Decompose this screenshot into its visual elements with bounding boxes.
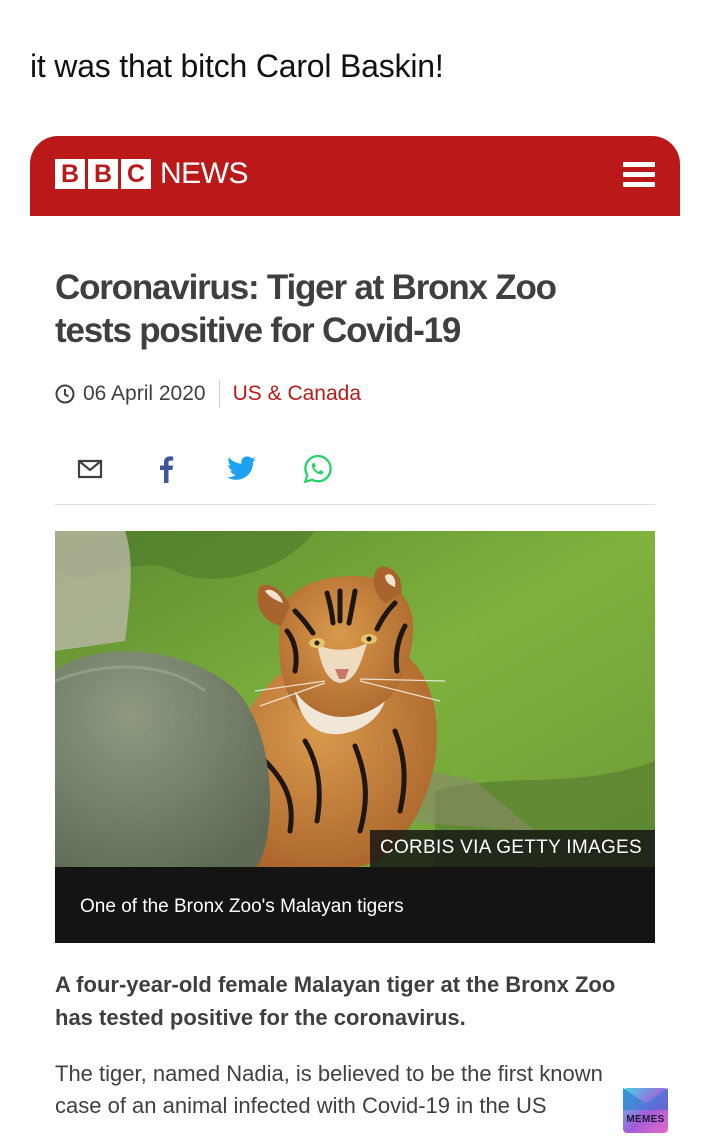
bbc-article-screenshot: B B C NEWS Coronavirus: Tiger at Bronx Z… [30, 136, 680, 1143]
photo-credit: CORBIS VIA GETTY IMAGES [369, 830, 655, 867]
memes-watermark-text: MEMES [626, 1114, 665, 1125]
photo-caption-text: One of the Bronx Zoo's Malayan tigers [80, 896, 404, 917]
tiger-image [55, 531, 655, 867]
share-bar [75, 452, 379, 486]
article-intro: A four-year-old female Malayan tiger at … [55, 972, 616, 1030]
bbc-logo-block: B [55, 159, 85, 189]
section-link[interactable]: US & Canada [233, 382, 361, 406]
meme-caption: it was that bitch Carol Baskin! [30, 48, 444, 84]
article-date: 06 April 2020 [83, 382, 206, 405]
memes-logo-shape [623, 1088, 668, 1110]
bbc-header: B B C NEWS [30, 136, 680, 216]
facebook-icon[interactable] [151, 454, 181, 484]
clock-icon [55, 384, 75, 404]
article-body: The tiger, named Nadia, is believed to b… [55, 1061, 603, 1118]
article-headline: Coronavirus: Tiger at Bronx Zoo tests po… [55, 268, 557, 350]
whatsapp-icon[interactable] [303, 454, 333, 484]
article-meta: 06 April 2020 US & Canada [55, 380, 361, 408]
photo-caption: One of the Bronx Zoo's Malayan tigers [55, 867, 655, 943]
bbc-logo-news: NEWS [160, 157, 249, 190]
bbc-logo-block: C [121, 159, 151, 189]
hamburger-menu-icon[interactable] [623, 162, 655, 188]
bbc-logo[interactable]: B B C NEWS [55, 157, 249, 191]
twitter-icon[interactable] [227, 454, 257, 484]
share-divider [55, 504, 655, 505]
memes-watermark-logo: MEMES [623, 1088, 668, 1133]
email-icon[interactable] [75, 454, 105, 484]
tiger-photo: CORBIS VIA GETTY IMAGES [55, 531, 655, 867]
meta-divider [218, 380, 220, 408]
bbc-logo-block: B [88, 159, 118, 189]
